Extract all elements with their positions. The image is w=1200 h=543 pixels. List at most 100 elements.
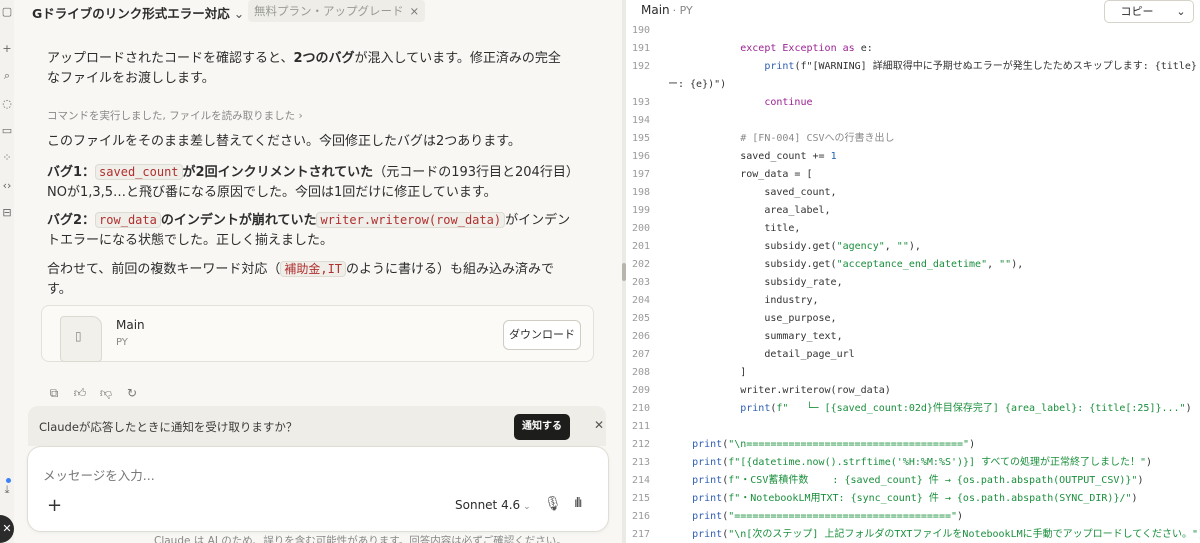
sidebar-toggle-icon[interactable]: ▢ — [1, 6, 13, 18]
code-line: 204 industry, — [626, 292, 1200, 310]
code-panel-header: Main · PY コピー ⌄ — [626, 0, 1200, 23]
line-text: subsidy.get("acceptance_end_datetime", "… — [668, 259, 1024, 270]
line-text: use_purpose, — [668, 313, 837, 324]
chevron-down-icon[interactable]: ⌄ — [1169, 0, 1194, 23]
search-icon[interactable]: ⌕ — [1, 70, 13, 82]
disclaimer: Claude は AI のため、誤りを含む可能性があります。回答内容は必ずご確認… — [154, 535, 567, 543]
line-text: saved_count, — [668, 187, 837, 198]
notification-text: Claudeが応答したときに通知を受け取りますか？ — [39, 420, 298, 434]
code-line: 214 print(f"・CSV蓄積件数 : {saved_count} 件 →… — [626, 472, 1200, 490]
thumbs-up-icon[interactable]: 👍︎ — [73, 386, 87, 401]
line-text: row_data = [ — [668, 169, 813, 180]
assistant-intro: アップロードされたコードを確認すると、2つのバグが混入しています。修正済みの完全… — [47, 51, 561, 86]
line-number: 193 — [632, 97, 651, 108]
line-number: 202 — [632, 259, 651, 270]
voice-icon[interactable]: ıllı — [574, 496, 583, 511]
tool-summary[interactable]: コマンドを実行しました, ファイルを読み取りました › — [47, 108, 303, 123]
line-number: 195 — [632, 133, 651, 144]
chevron-down-icon[interactable]: ⌄ — [234, 6, 244, 21]
line-number: 210 — [632, 403, 651, 414]
code-panel-title: Main · PY — [641, 3, 693, 17]
line-text: area_label, — [668, 205, 831, 216]
projects-icon[interactable]: ▭ — [1, 125, 13, 137]
line-number: 199 — [632, 205, 651, 216]
file-type: PY — [116, 337, 128, 348]
line-text: subsidy_rate, — [668, 277, 843, 288]
conversation-title[interactable]: Gドライブのリンク形式エラー対応 ⌄ — [32, 3, 244, 22]
copy-button[interactable]: コピー — [1104, 0, 1170, 23]
code-line: 208 ] — [626, 364, 1200, 382]
code-view: 190 191 except Exception as e: 192 print(f… — [626, 22, 1200, 543]
composer[interactable]: メッセージを入力... + Sonnet 4.6 ⌄ 🎙︎ ıllı — [27, 446, 609, 532]
code-line: 215 print(f"・NotebookLM用TXT: {sync_count… — [626, 490, 1200, 508]
close-icon[interactable]: ✕ — [594, 418, 604, 432]
line-text: detail_page_url — [668, 349, 855, 360]
chats-icon[interactable]: ◌ — [1, 98, 13, 110]
message-input[interactable]: メッセージを入力... — [43, 465, 155, 484]
code-line: 201 subsidy.get("agency", ""), — [626, 238, 1200, 256]
copy-icon[interactable]: ⧉ — [47, 386, 61, 401]
code-line: 212 print("\n===========================… — [626, 436, 1200, 454]
plan-badge[interactable]: 無料プラン・アップグレード × — [248, 0, 426, 22]
conversation-pane: Gドライブのリンク形式エラー対応 ⌄ 無料プラン・アップグレード × アップロードさ… — [14, 0, 622, 543]
bug2-description: バグ2： row_data のインデントが崩れていた writer.writerow(… — [47, 212, 571, 248]
download-button[interactable]: ダウンロード — [503, 320, 581, 350]
line-text: print(f" └─ [{saved_count:02d}件目保存完了] {a… — [740, 403, 1192, 414]
file-card[interactable]: ▯ Main PY ダウンロード — [41, 305, 594, 362]
line-text: print(f"[WARNING] 詳細取得中に予期せぬエラーが発生したためスキ… — [764, 61, 1200, 72]
code-icon[interactable]: ‹› — [1, 180, 13, 192]
enable-notifications-button[interactable]: 通知する — [514, 414, 570, 440]
line-text: saved_count += 1 — [668, 151, 837, 162]
code-line: 192 print(f"[WARNING] 詳細取得中に予期せぬエラーが発生した… — [626, 58, 1200, 76]
line-text: continue — [764, 97, 813, 108]
line-text: except Exception as e: — [740, 43, 873, 54]
model-selector[interactable]: Sonnet 4.6 ⌄ — [455, 498, 531, 512]
download-icon[interactable]: ⤓ — [1, 484, 13, 496]
code-line: 203 subsidy_rate, — [626, 274, 1200, 292]
line-text: print("\n[次のステップ] 上記フォルダのTXTファイルをNoteboo… — [692, 529, 1200, 540]
line-number: 191 — [632, 43, 651, 54]
line-number: 216 — [632, 511, 651, 522]
code-line: 211 — [626, 418, 1200, 436]
code-line: 217 print("\n[次のステップ] 上記フォルダのTXTファイルをNot… — [626, 526, 1200, 543]
sidebar-rail: ▢ + ⌕ ◌ ▭ ⁘ ‹› ⊟ ⤓ — [0, 0, 15, 543]
chevron-down-icon: ⌄ — [523, 502, 531, 512]
line-text: print(f"・CSV蓄積件数 : {saved_count} 件 → {os… — [692, 475, 1144, 486]
code-line: ー: {e})") — [626, 76, 1200, 94]
notification-dot — [6, 478, 11, 483]
plus-icon[interactable]: + — [47, 495, 62, 516]
new-chat-icon[interactable]: + — [1, 43, 13, 55]
line-number: 201 — [632, 241, 651, 252]
inline-code: saved_count — [95, 164, 183, 180]
download-icon[interactable]: ⊟ — [1, 207, 13, 219]
artifacts-icon[interactable]: ⁘ — [1, 152, 13, 164]
line-text: summary_text, — [668, 331, 843, 342]
line-number: 217 — [632, 529, 651, 540]
line-number: 206 — [632, 331, 651, 342]
line-number: 200 — [632, 223, 651, 234]
code-line: 210 print(f" └─ [{saved_count:02d}件目保存完了… — [626, 400, 1200, 418]
notification-banner: Claudeが応答したときに通知を受け取りますか？ 通知する ✕ — [28, 406, 606, 446]
inline-code: writer.writerow(row_data) — [316, 212, 506, 228]
line-number: 196 — [632, 151, 651, 162]
replace-note: このファイルをそのまま差し替えてください。今回修正したバグは2つあります。 — [47, 134, 521, 149]
code-line: 216 print("=============================… — [626, 508, 1200, 526]
bug1-description: バグ1： saved_count が2回インクリメントされていた（元コードの193行… — [47, 164, 579, 200]
code-line: 196 saved_count += 1 — [626, 148, 1200, 166]
code-line: 207 detail_page_url — [626, 346, 1200, 364]
code-line: 190 — [626, 22, 1200, 40]
message-actions: ⧉ 👍︎ 👎︎ ↻ — [47, 382, 151, 401]
line-number: 204 — [632, 295, 651, 306]
code-line: 191 except Exception as e: — [626, 40, 1200, 58]
line-number: 207 — [632, 349, 651, 360]
inline-code: 補助金,IT — [280, 261, 347, 277]
mic-icon[interactable]: 🎙︎ — [544, 496, 562, 512]
code-line: 198 saved_count, — [626, 184, 1200, 202]
thumbs-down-icon[interactable]: 👎︎ — [99, 386, 113, 401]
line-text: title, — [668, 223, 801, 234]
line-text: print(f"・NotebookLM用TXT: {sync_count} 件 … — [692, 493, 1138, 504]
code-line: 199 area_label, — [626, 202, 1200, 220]
close-icon[interactable]: × — [410, 4, 420, 18]
line-text: industry, — [668, 295, 819, 306]
retry-icon[interactable]: ↻ — [125, 386, 139, 400]
